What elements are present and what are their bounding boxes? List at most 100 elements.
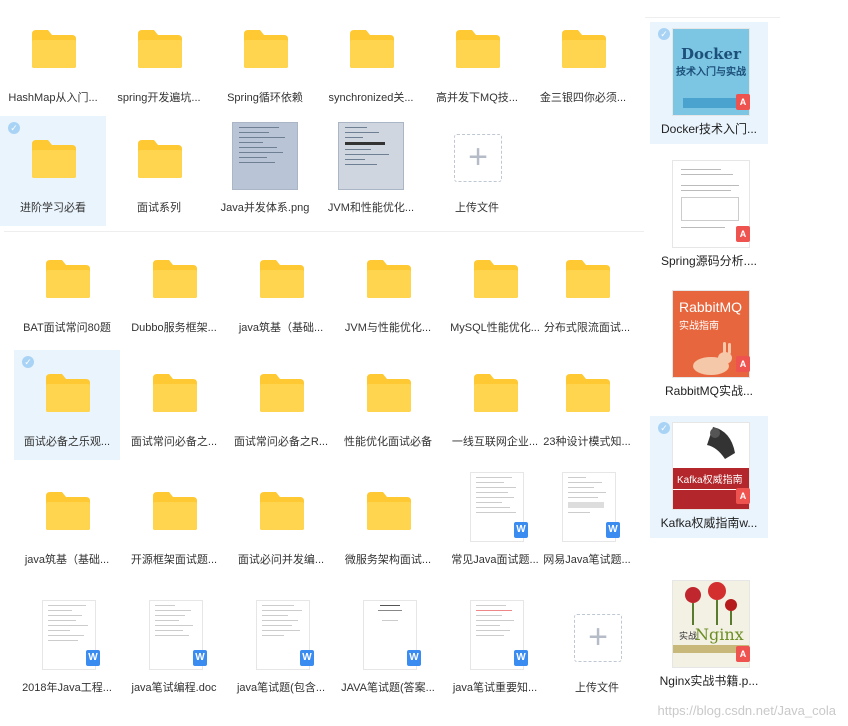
folder-icon	[153, 374, 197, 412]
word-doc-icon: W	[407, 650, 421, 666]
folder-item[interactable]: 高并发下MQ技...	[424, 6, 530, 116]
folder-label: java筑基（基础...	[238, 322, 324, 334]
folder-item[interactable]: BAT面试常问80题	[14, 236, 120, 346]
book-label: Docker技术入门...	[660, 122, 757, 136]
folder-item-selected[interactable]: ✓ 进阶学习必看	[0, 116, 106, 226]
folder-label: Spring循环依赖	[227, 92, 303, 104]
folder-icon	[260, 260, 304, 298]
folder-item[interactable]: 23种设计模式知...	[534, 350, 640, 460]
check-icon[interactable]: ✓	[658, 422, 670, 434]
check-icon[interactable]: ✓	[658, 28, 670, 40]
plus-icon: +	[454, 134, 502, 182]
book-label: Nginx实战书籍.p...	[659, 674, 759, 688]
cover-title: Kafka权威指南	[673, 468, 749, 489]
file-label: JAVA笔试题(答案...	[341, 682, 435, 694]
book-label: Spring源码分析....	[660, 254, 758, 268]
pdf-file-item-selected[interactable]: ✓ Kafka权威指南 A Kafka权威指南w...	[650, 416, 768, 538]
folder-item[interactable]: Spring循环依赖	[212, 6, 318, 116]
folder-item[interactable]: 一线互联网企业...	[442, 350, 548, 460]
folder-item[interactable]: 金三银四你必须...	[530, 6, 636, 116]
word-doc-icon: W	[514, 650, 528, 666]
folder-item[interactable]: 面试系列	[106, 116, 212, 226]
watermark-text: https://blog.csdn.net/Java_cola	[657, 703, 836, 718]
pdf-file-item[interactable]: RabbitMQ 实战指南 A RabbitMQ实战...	[650, 284, 768, 406]
doc-file-item[interactable]: W java笔试编程.doc	[121, 596, 227, 706]
folder-icon	[474, 374, 518, 412]
folder-label: 面试必备之乐观...	[23, 436, 111, 448]
folder-item[interactable]: 分布式限流面试...	[534, 236, 640, 346]
folder-item[interactable]: MySQL性能优化...	[442, 236, 548, 346]
word-doc-icon: W	[606, 522, 620, 538]
file-label: 常见Java面试题...	[451, 554, 539, 566]
folder-icon	[367, 374, 411, 412]
folder-label: spring开发遍坑...	[117, 92, 201, 104]
folder-item[interactable]: 面试必问并发编...	[228, 468, 334, 578]
pdf-icon: A	[736, 356, 750, 372]
file-label: java笔试编程.doc	[131, 682, 217, 694]
pdf-file-item-selected[interactable]: ✓ Docker 技术入门与实战 A Docker技术入门...	[650, 22, 768, 144]
bird-illustration-icon	[707, 427, 735, 459]
pdf-file-item[interactable]: 实战 Nginx A Nginx实战书籍.p...	[650, 574, 768, 696]
pdf-file-item[interactable]: A Spring源码分析....	[650, 154, 768, 276]
folder-icon	[474, 260, 518, 298]
folder-icon	[566, 260, 610, 298]
folder-label: synchronized关...	[328, 92, 414, 104]
folder-label: 高并发下MQ技...	[436, 92, 518, 104]
folder-label: 进阶学习必看	[20, 202, 86, 214]
folder-label: 性能优化面试必备	[344, 436, 432, 448]
folder-label: 开源框架面试题...	[130, 554, 218, 566]
folder-item-selected[interactable]: ✓ 面试必备之乐观...	[14, 350, 120, 460]
word-doc-icon: W	[514, 522, 528, 538]
word-doc-icon: W	[300, 650, 314, 666]
upload-file-button[interactable]: + 上传文件	[424, 116, 530, 226]
folder-item[interactable]: HashMap从入门...	[0, 6, 106, 116]
folder-item[interactable]: 面试常问必备之...	[121, 350, 227, 460]
check-icon[interactable]: ✓	[8, 122, 20, 134]
folder-icon	[153, 260, 197, 298]
folder-label: 面试常问必备之...	[130, 436, 218, 448]
image-file-item[interactable]: Java并发体系.png	[212, 116, 318, 226]
folder-item[interactable]: java筑基（基础...	[14, 468, 120, 578]
doc-file-item[interactable]: W JAVA笔试题(答案...	[335, 596, 441, 706]
folder-icon	[138, 30, 182, 68]
file-grid-top: HashMap从入门... spring开发遍坑... Spring循环依赖 s…	[0, 0, 640, 230]
folder-label: java筑基（基础...	[24, 554, 110, 566]
folder-item[interactable]: 性能优化面试必备	[335, 350, 441, 460]
doc-file-item[interactable]: W 网易Java笔试题...	[534, 468, 640, 578]
folder-item[interactable]: 面试常问必备之R...	[228, 350, 334, 460]
folder-label: 金三银四你必须...	[539, 92, 627, 104]
plus-icon: +	[574, 614, 622, 662]
file-label: Java并发体系.png	[220, 202, 310, 214]
doc-file-item[interactable]: W 2018年Java工程...	[14, 596, 120, 706]
book-column: ✓ Docker 技术入门与实战 A Docker技术入门... A Sprin…	[650, 22, 770, 702]
word-doc-icon: W	[193, 650, 207, 666]
doc-file-item[interactable]: W 常见Java面试题...	[442, 468, 548, 578]
cover-title: RabbitMQ	[679, 299, 743, 315]
folder-icon	[367, 260, 411, 298]
folder-item[interactable]: Dubbo服务框架...	[121, 236, 227, 346]
folder-icon	[367, 492, 411, 530]
cover-subtitle: 实战指南	[679, 321, 719, 332]
word-doc-icon: W	[86, 650, 100, 666]
folder-item[interactable]: synchronized关...	[318, 6, 424, 116]
right-top-divider	[645, 17, 780, 18]
image-thumbnail	[338, 122, 404, 190]
book-label: RabbitMQ实战...	[664, 384, 754, 398]
folder-icon	[46, 374, 90, 412]
pdf-icon: A	[736, 646, 750, 662]
doc-file-item[interactable]: W java笔试重要知...	[442, 596, 548, 706]
folder-item[interactable]: spring开发遍坑...	[106, 6, 212, 116]
doc-file-item[interactable]: W java笔试题(包含...	[228, 596, 334, 706]
check-icon[interactable]: ✓	[22, 356, 34, 368]
folder-label: 面试必问并发编...	[237, 554, 325, 566]
folder-item[interactable]: 微服务架构面试...	[335, 468, 441, 578]
folder-icon	[456, 30, 500, 68]
folder-item[interactable]: java筑基（基础...	[228, 236, 334, 346]
folder-item[interactable]: JVM与性能优化...	[335, 236, 441, 346]
pdf-icon: A	[736, 94, 750, 110]
upload-file-button[interactable]: + 上传文件	[544, 596, 650, 706]
file-label: JVM和性能优化...	[327, 202, 415, 214]
image-file-item[interactable]: JVM和性能优化...	[318, 116, 424, 226]
folder-item[interactable]: 开源框架面试题...	[121, 468, 227, 578]
folder-icon	[562, 30, 606, 68]
